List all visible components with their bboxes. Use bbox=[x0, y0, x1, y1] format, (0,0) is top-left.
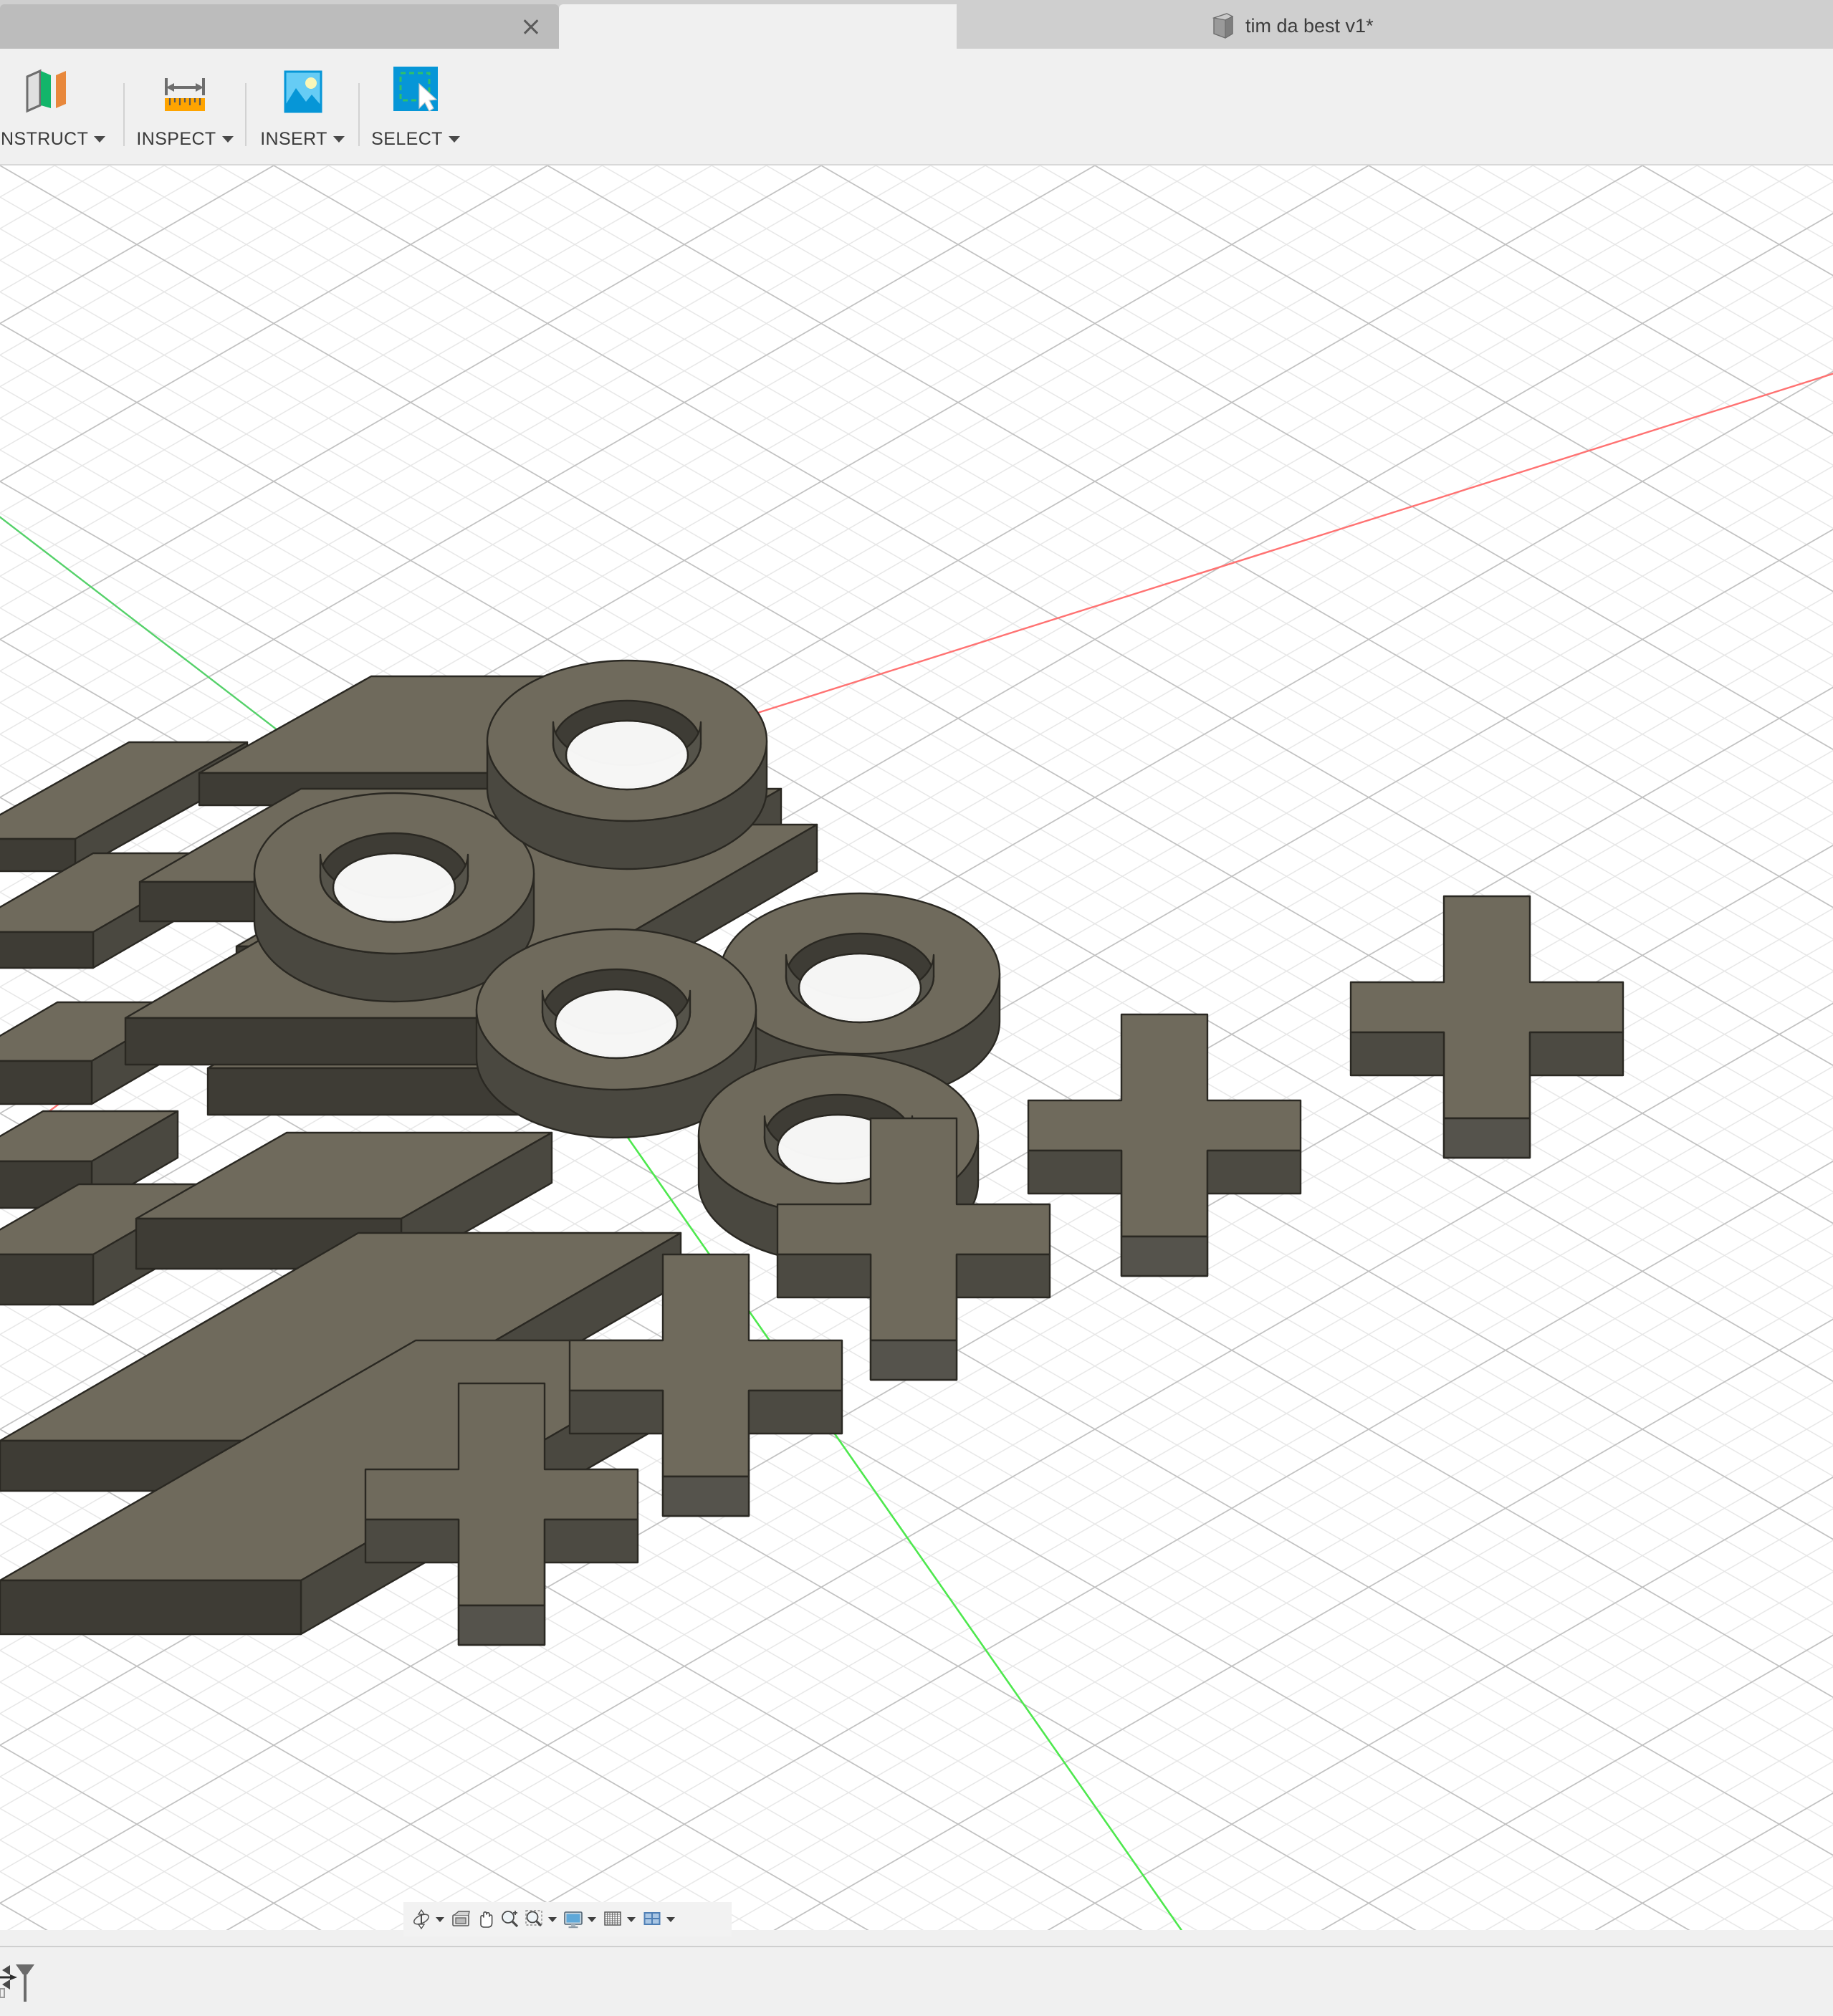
toolbar-group-insert[interactable]: INSERT bbox=[249, 49, 355, 164]
fusion360-window: tim da best v1* CONSTRUCT bbox=[0, 0, 1833, 2016]
toolbar-group-inspect[interactable]: INSPECT bbox=[128, 49, 242, 164]
selection-filter-icon[interactable] bbox=[0, 1954, 43, 2006]
select-cursor-icon bbox=[381, 57, 450, 126]
close-icon[interactable] bbox=[519, 14, 543, 39]
display-monitor-icon bbox=[561, 1907, 585, 1931]
zoom-in-icon bbox=[497, 1907, 522, 1931]
pan-hand-icon bbox=[473, 1907, 497, 1931]
chevron-down-icon[interactable] bbox=[436, 1916, 444, 1922]
construct-label-text: CONSTRUCT bbox=[0, 129, 89, 149]
navbar-item-grid-and-snaps[interactable] bbox=[600, 1907, 640, 1931]
navbar-item-zoom-window[interactable] bbox=[522, 1907, 561, 1931]
toolbar-group-construct-label: CONSTRUCT bbox=[0, 129, 106, 150]
insert-label-text: INSERT bbox=[260, 129, 327, 149]
orbit-icon bbox=[409, 1907, 434, 1931]
inspect-label-text: INSPECT bbox=[136, 129, 216, 149]
chevron-down-icon[interactable] bbox=[548, 1916, 557, 1922]
status-bar bbox=[0, 1946, 1833, 2016]
tab-strip-filler bbox=[559, 4, 957, 49]
chevron-down-icon[interactable] bbox=[94, 136, 106, 143]
document-tab[interactable] bbox=[0, 4, 559, 49]
chevron-down-icon[interactable] bbox=[588, 1916, 596, 1922]
ring bbox=[253, 792, 535, 1003]
toolbar-group-select-label: SELECT bbox=[371, 129, 460, 150]
toolbar-divider bbox=[358, 83, 360, 146]
insert-image-icon bbox=[268, 57, 337, 126]
toolbar-group-inspect-label: INSPECT bbox=[136, 129, 234, 150]
document-title: tim da best v1* bbox=[1211, 10, 1374, 42]
ring bbox=[486, 659, 768, 870]
canvas-viewport[interactable] bbox=[0, 165, 1833, 1930]
isometric-grid bbox=[0, 165, 1833, 1930]
zoom-window-icon bbox=[522, 1907, 546, 1931]
grid-snaps-icon bbox=[600, 1907, 625, 1931]
chevron-down-icon[interactable] bbox=[332, 136, 345, 143]
ruler-measure-icon bbox=[150, 57, 219, 126]
navbar-item-pan[interactable] bbox=[473, 1907, 497, 1931]
select-label-text: SELECT bbox=[371, 129, 443, 149]
viewports-icon bbox=[640, 1907, 664, 1931]
view-navigation-bar bbox=[403, 1902, 732, 1936]
ribbon-toolbar: CONSTRUCT bbox=[0, 49, 1833, 165]
navbar-item-zoom[interactable] bbox=[497, 1907, 522, 1931]
navbar-item-viewports[interactable] bbox=[640, 1907, 679, 1931]
tab-strip: tim da best v1* bbox=[0, 0, 1833, 49]
toolbar-group-construct[interactable]: CONSTRUCT bbox=[0, 49, 106, 164]
chevron-down-icon[interactable] bbox=[221, 136, 234, 143]
look-at-icon bbox=[449, 1907, 473, 1931]
chevron-down-icon[interactable] bbox=[627, 1916, 636, 1922]
toolbar-divider bbox=[245, 83, 247, 146]
navbar-item-display-settings[interactable] bbox=[561, 1907, 600, 1931]
chevron-down-icon[interactable] bbox=[666, 1916, 675, 1922]
chevron-down-icon[interactable] bbox=[448, 136, 460, 143]
document-title-text: tim da best v1* bbox=[1245, 14, 1374, 37]
toolbar-group-insert-label: INSERT bbox=[260, 129, 345, 150]
toolbar-divider bbox=[123, 83, 125, 146]
navbar-item-orbit[interactable] bbox=[409, 1907, 449, 1931]
cube-icon bbox=[1212, 13, 1234, 39]
construct-planes-icon bbox=[5, 57, 74, 126]
toolbar-group-select[interactable]: SELECT bbox=[363, 49, 469, 164]
navbar-item-look-at[interactable] bbox=[449, 1907, 473, 1931]
